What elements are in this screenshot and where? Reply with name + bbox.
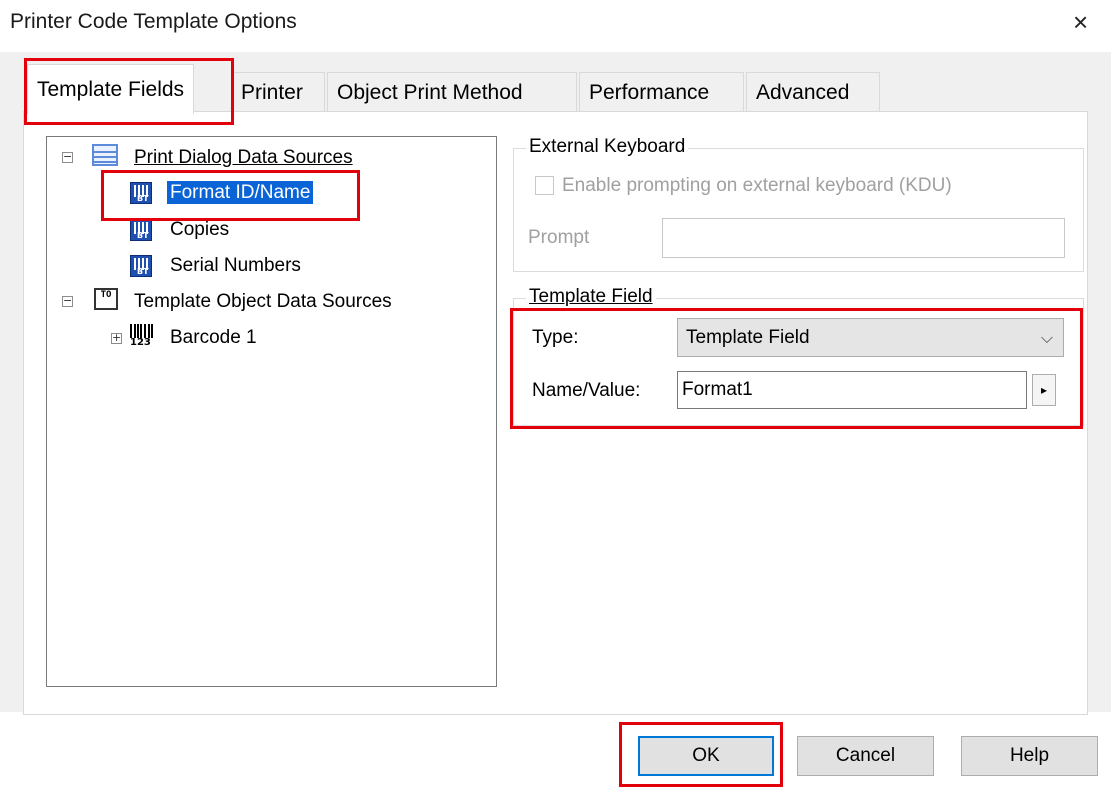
ok-button[interactable]: OK [638, 736, 774, 776]
field-icon [130, 219, 152, 241]
tab-printer[interactable]: Printer [231, 72, 325, 112]
data-sources-icon [92, 144, 118, 166]
close-icon[interactable]: × [1073, 8, 1088, 36]
tab-template-fields[interactable]: Template Fields [27, 64, 195, 114]
dialog-title: Printer Code Template Options [10, 10, 297, 33]
field-icon [130, 182, 152, 204]
chevron-down-icon: ⌵ [1040, 328, 1053, 347]
tree-item-format-id-name[interactable]: Format ID/Name [167, 181, 314, 205]
barcode-icon [128, 324, 156, 348]
type-dropdown[interactable]: Template Field ⌵ [677, 318, 1064, 357]
help-button[interactable]: Help [961, 736, 1098, 776]
data-source-tree[interactable] [46, 136, 497, 687]
tab-advanced[interactable]: Advanced [746, 72, 880, 112]
tab-object-print-method[interactable]: Object Print Method [327, 72, 577, 112]
kdu-checkbox[interactable] [535, 176, 554, 195]
name-value-input[interactable]: Format1 [677, 371, 1027, 409]
name-value-label: Name/Value: [532, 380, 641, 401]
kdu-checkbox-label: Enable prompting on external keyboard (K… [562, 175, 952, 196]
tree-item-print-dialog-data-sources[interactable]: Print Dialog Data Sources [134, 146, 353, 170]
tree-item-label: Format ID/Name [167, 181, 314, 204]
tree-item-barcode-1[interactable]: Barcode 1 [170, 326, 257, 350]
arrow-right-icon[interactable]: ▸ [1032, 374, 1056, 406]
collapse-icon[interactable]: − [62, 295, 73, 307]
tree-item-serial-numbers[interactable]: Serial Numbers [170, 254, 301, 278]
template-object-icon: TO [94, 288, 118, 310]
prompt-input[interactable] [662, 218, 1065, 258]
tree-item-copies[interactable]: Copies [170, 218, 229, 242]
template-field-title: Template Field [526, 286, 656, 308]
prompt-label: Prompt [528, 227, 590, 248]
field-icon [130, 255, 152, 277]
tab-performance[interactable]: Performance [579, 72, 744, 112]
tree-item-template-object-data-sources[interactable]: Template Object Data Sources [134, 290, 392, 314]
type-dropdown-value: Template Field [686, 327, 810, 348]
expand-icon[interactable]: + [111, 332, 122, 344]
collapse-icon[interactable]: − [62, 151, 73, 163]
type-label: Type: [532, 327, 579, 348]
external-keyboard-title: External Keyboard [526, 136, 689, 158]
cancel-button[interactable]: Cancel [797, 736, 934, 776]
